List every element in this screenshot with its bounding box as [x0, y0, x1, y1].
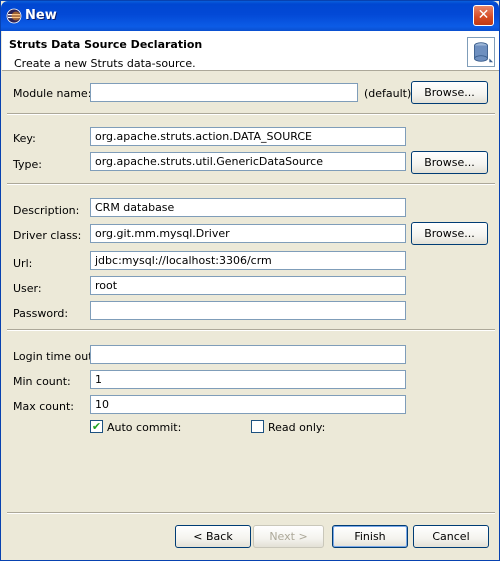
password-input[interactable]: [90, 301, 406, 320]
url-input[interactable]: jdbc:mysql://localhost:3306/crm: [90, 251, 406, 270]
title-bar[interactable]: New ✕: [1, 1, 499, 31]
description-input[interactable]: CRM database: [90, 198, 406, 217]
dialog-window: New ✕ Struts Data Source Declaration Cre…: [0, 0, 500, 561]
driver-class-input[interactable]: org.git.mm.mysql.Driver: [90, 224, 406, 243]
user-input[interactable]: root: [90, 276, 406, 295]
next-button[interactable]: Next >: [253, 525, 324, 548]
min-count-input[interactable]: 1: [90, 370, 406, 389]
read-only-checkbox[interactable]: [251, 420, 264, 433]
key-label: Key:: [13, 132, 36, 145]
auto-commit-checkbox[interactable]: ✔: [90, 420, 103, 433]
checkmark-icon: ✔: [91, 420, 102, 433]
module-name-input[interactable]: [90, 83, 358, 102]
max-count-input[interactable]: 10: [90, 395, 406, 414]
separator: [7, 512, 495, 514]
key-input[interactable]: org.apache.struts.action.DATA_SOURCE: [90, 127, 406, 146]
separator: [7, 329, 495, 331]
close-button[interactable]: ✕: [473, 5, 494, 26]
finish-button[interactable]: Finish: [332, 525, 408, 548]
window-title: New: [25, 8, 57, 23]
page-subtitle: Create a new Struts data-source.: [14, 57, 196, 70]
read-only-label: Read only:: [268, 421, 326, 434]
eclipse-icon: [6, 8, 22, 24]
url-label: Url:: [13, 257, 33, 270]
separator: [7, 183, 495, 185]
user-label: User:: [13, 282, 42, 295]
module-name-label: Module name:: [13, 87, 92, 100]
driver-browse-button[interactable]: Browse...: [411, 222, 488, 245]
page-title: Struts Data Source Declaration: [9, 38, 203, 51]
type-input[interactable]: org.apache.struts.util.GenericDataSource: [90, 152, 406, 171]
separator: [7, 113, 495, 115]
type-label: Type:: [13, 158, 42, 171]
module-browse-button[interactable]: Browse...: [411, 81, 488, 104]
auto-commit-label: Auto commit:: [107, 421, 182, 434]
module-default-label: (default): [364, 87, 412, 100]
max-count-label: Max count:: [13, 400, 74, 413]
close-icon: ✕: [477, 7, 490, 23]
driver-class-label: Driver class:: [13, 229, 82, 242]
wizard-header: Struts Data Source Declaration Create a …: [2, 31, 499, 71]
type-browse-button[interactable]: Browse...: [411, 151, 488, 174]
login-timeout-label: Login time out:: [13, 350, 97, 363]
database-icon: [467, 37, 495, 67]
login-timeout-input[interactable]: [90, 345, 406, 364]
back-button[interactable]: < Back: [175, 525, 251, 548]
cancel-button[interactable]: Cancel: [413, 525, 489, 548]
description-label: Description:: [13, 204, 80, 217]
min-count-label: Min count:: [13, 375, 71, 388]
password-label: Password:: [13, 307, 69, 320]
